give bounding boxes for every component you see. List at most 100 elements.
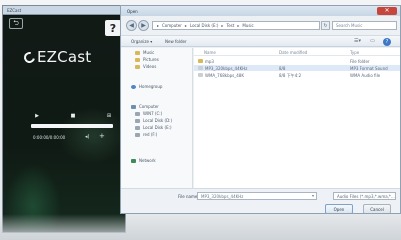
help-button[interactable]: ? (105, 20, 121, 36)
ezcast-logo: EZCast (21, 47, 92, 67)
back-arrow-icon: ⮌ (13, 19, 19, 27)
playback-time: 0:00:00/0:00:00 (33, 135, 66, 140)
dialog-titlebar: Open ✕ (121, 6, 400, 16)
file-name-field[interactable]: MP3_320kbps_44KHz (197, 192, 317, 200)
file-date: 8/8 下午4:2 (279, 73, 302, 78)
file-row[interactable]: MP3_320kbps_44KHz 8/8 MP3 Format Sound (194, 65, 400, 71)
nav-item-label: Local Disk (D:) (143, 118, 173, 123)
nav-item-label: Music (143, 50, 155, 55)
drive-icon (135, 118, 140, 123)
seek-bar[interactable] (31, 124, 113, 128)
ezcast-window-title: EZCast (7, 7, 22, 13)
photo-shadow (0, 214, 401, 240)
nav-item-homegroup[interactable]: Homegroup (131, 84, 162, 89)
file-type: WMA Audio file (350, 73, 381, 78)
nav-item-label: Local Disk (E:) (143, 125, 172, 130)
play-button[interactable]: ▶ (33, 113, 41, 119)
nav-item-drive-d[interactable]: Local Disk (D:) (135, 118, 172, 123)
speaker-icon[interactable]: ◂) (85, 134, 89, 140)
dialog-title: Open (127, 9, 138, 14)
dialog-toolbar: Organize ▾ New folder ☰▾ ▭ ? (121, 35, 400, 47)
breadcrumb-test[interactable]: Test (226, 23, 234, 28)
close-button[interactable]: ✕ (377, 7, 397, 15)
breadcrumb-local-disk[interactable]: Local Disk (E:) (190, 23, 219, 28)
organize-button[interactable]: Organize ▾ (131, 39, 152, 44)
audio-file-icon (198, 66, 203, 70)
open-dialog: Open ✕ ◀ ▶ ▸ Computer ▸ Local Disk (E:) … (120, 5, 401, 214)
file-name: WMA_768kbps_48K (205, 73, 244, 78)
close-icon: ✕ (384, 7, 390, 14)
dialog-help-icon[interactable]: ? (383, 38, 391, 46)
refresh-icon: ↻ (323, 22, 328, 29)
stop-button[interactable]: ■ (69, 113, 77, 119)
column-headers: Name Date modified Type (194, 48, 400, 56)
volume-up-button[interactable]: + (99, 133, 105, 140)
nav-item-pictures[interactable]: Pictures (135, 57, 159, 62)
drive-icon (135, 125, 140, 130)
new-folder-button[interactable]: New folder (165, 39, 187, 44)
help-icon: ? (109, 21, 117, 35)
arrow-left-icon: ◀ (129, 21, 134, 29)
address-row: ◀ ▶ ▸ Computer ▸ Local Disk (E:) ▸ Test … (125, 20, 399, 32)
ezcast-titlebar: EZCast (3, 6, 125, 15)
open-button[interactable]: Open (325, 204, 353, 213)
file-type: File folder (350, 59, 370, 64)
breadcrumb-separator: ▸ (184, 23, 187, 28)
ezcast-body: ⮌ EZCast ▶ ■ ⊞ 0:00:00/0:00:00 ◂) + (3, 16, 125, 232)
file-list: Name Date modified Type mp3 File folder … (194, 48, 400, 188)
computer-icon (131, 104, 136, 109)
playlist-button[interactable]: ⊞ (105, 113, 113, 119)
nav-item-label: Computer (139, 104, 159, 109)
breadcrumb-separator: ▸ (221, 23, 224, 28)
ezcast-logo-text: EZCast (37, 48, 92, 66)
network-icon (131, 158, 136, 163)
file-name: MP3_320kbps_44KHz (205, 66, 248, 71)
breadcrumb-music[interactable]: Music (242, 23, 253, 28)
navigation-pane: Music Pictures Videos Homegroup Computer… (121, 48, 193, 188)
breadcrumb-separator: ▸ (157, 23, 160, 28)
nav-forward-button[interactable]: ▶ (138, 20, 149, 31)
column-header-date[interactable]: Date modified (279, 50, 307, 55)
ezcast-logo-icon (21, 49, 38, 65)
refresh-button[interactable]: ↻ (321, 21, 330, 30)
nav-item-label: Pictures (143, 57, 159, 62)
column-header-name[interactable]: Name (204, 50, 216, 55)
nav-item-label: WIN7 (C:) (143, 111, 163, 116)
playback-controls: ▶ ■ ⊞ (33, 112, 113, 120)
search-input[interactable]: Search Music (332, 21, 397, 30)
nav-item-drive-f[interactable]: red (F:) (135, 132, 157, 137)
view-options-icon[interactable]: ☰▾ (354, 38, 361, 44)
folder-icon (198, 59, 203, 63)
arrow-right-icon: ▶ (141, 21, 146, 29)
nav-item-label: Videos (143, 64, 157, 69)
nav-back-button[interactable]: ◀ (126, 20, 137, 31)
file-type-filter[interactable]: Audio Files (*.mp3,*.wma,*...) (333, 192, 396, 200)
folder-icon (135, 64, 140, 69)
back-button[interactable]: ⮌ (9, 18, 23, 29)
cancel-button[interactable]: Cancel (363, 204, 391, 213)
chevron-down-icon[interactable]: ▾ (312, 193, 314, 198)
drive-icon (135, 132, 140, 137)
file-date: 8/8 (279, 66, 286, 71)
file-row[interactable]: WMA_768kbps_48K 8/8 下午4:2 WMA Audio file (194, 72, 400, 78)
nav-item-drive-c[interactable]: WIN7 (C:) (135, 111, 162, 116)
preview-pane-icon[interactable]: ▭ (370, 38, 375, 44)
nav-item-label: Homegroup (139, 84, 163, 89)
file-name-label: File name: (178, 194, 199, 199)
breadcrumb-computer[interactable]: Computer (162, 23, 182, 28)
nav-item-music[interactable]: Music (135, 50, 154, 55)
breadcrumb-separator: ▸ (237, 23, 240, 28)
audio-file-icon (198, 73, 203, 77)
file-row[interactable]: mp3 File folder (194, 58, 400, 64)
column-header-type[interactable]: Type (350, 50, 359, 55)
nav-item-drive-e[interactable]: Local Disk (E:) (135, 125, 172, 130)
nav-item-network[interactable]: Network (131, 158, 156, 163)
address-bar[interactable]: ▸ Computer ▸ Local Disk (E:) ▸ Test ▸ Mu… (152, 21, 320, 30)
ezcast-window: EZCast ⮌ EZCast ▶ ■ ⊞ 0:00:00/0:00:00 ◂)… (2, 5, 126, 233)
search-placeholder: Search Music (336, 23, 363, 28)
dialog-footer: File name: MP3_320kbps_44KHz ▾ Audio Fil… (121, 188, 400, 213)
nav-item-videos[interactable]: Videos (135, 64, 156, 69)
folder-icon (135, 50, 140, 55)
homegroup-icon (131, 84, 136, 89)
nav-item-computer[interactable]: Computer (131, 104, 159, 109)
